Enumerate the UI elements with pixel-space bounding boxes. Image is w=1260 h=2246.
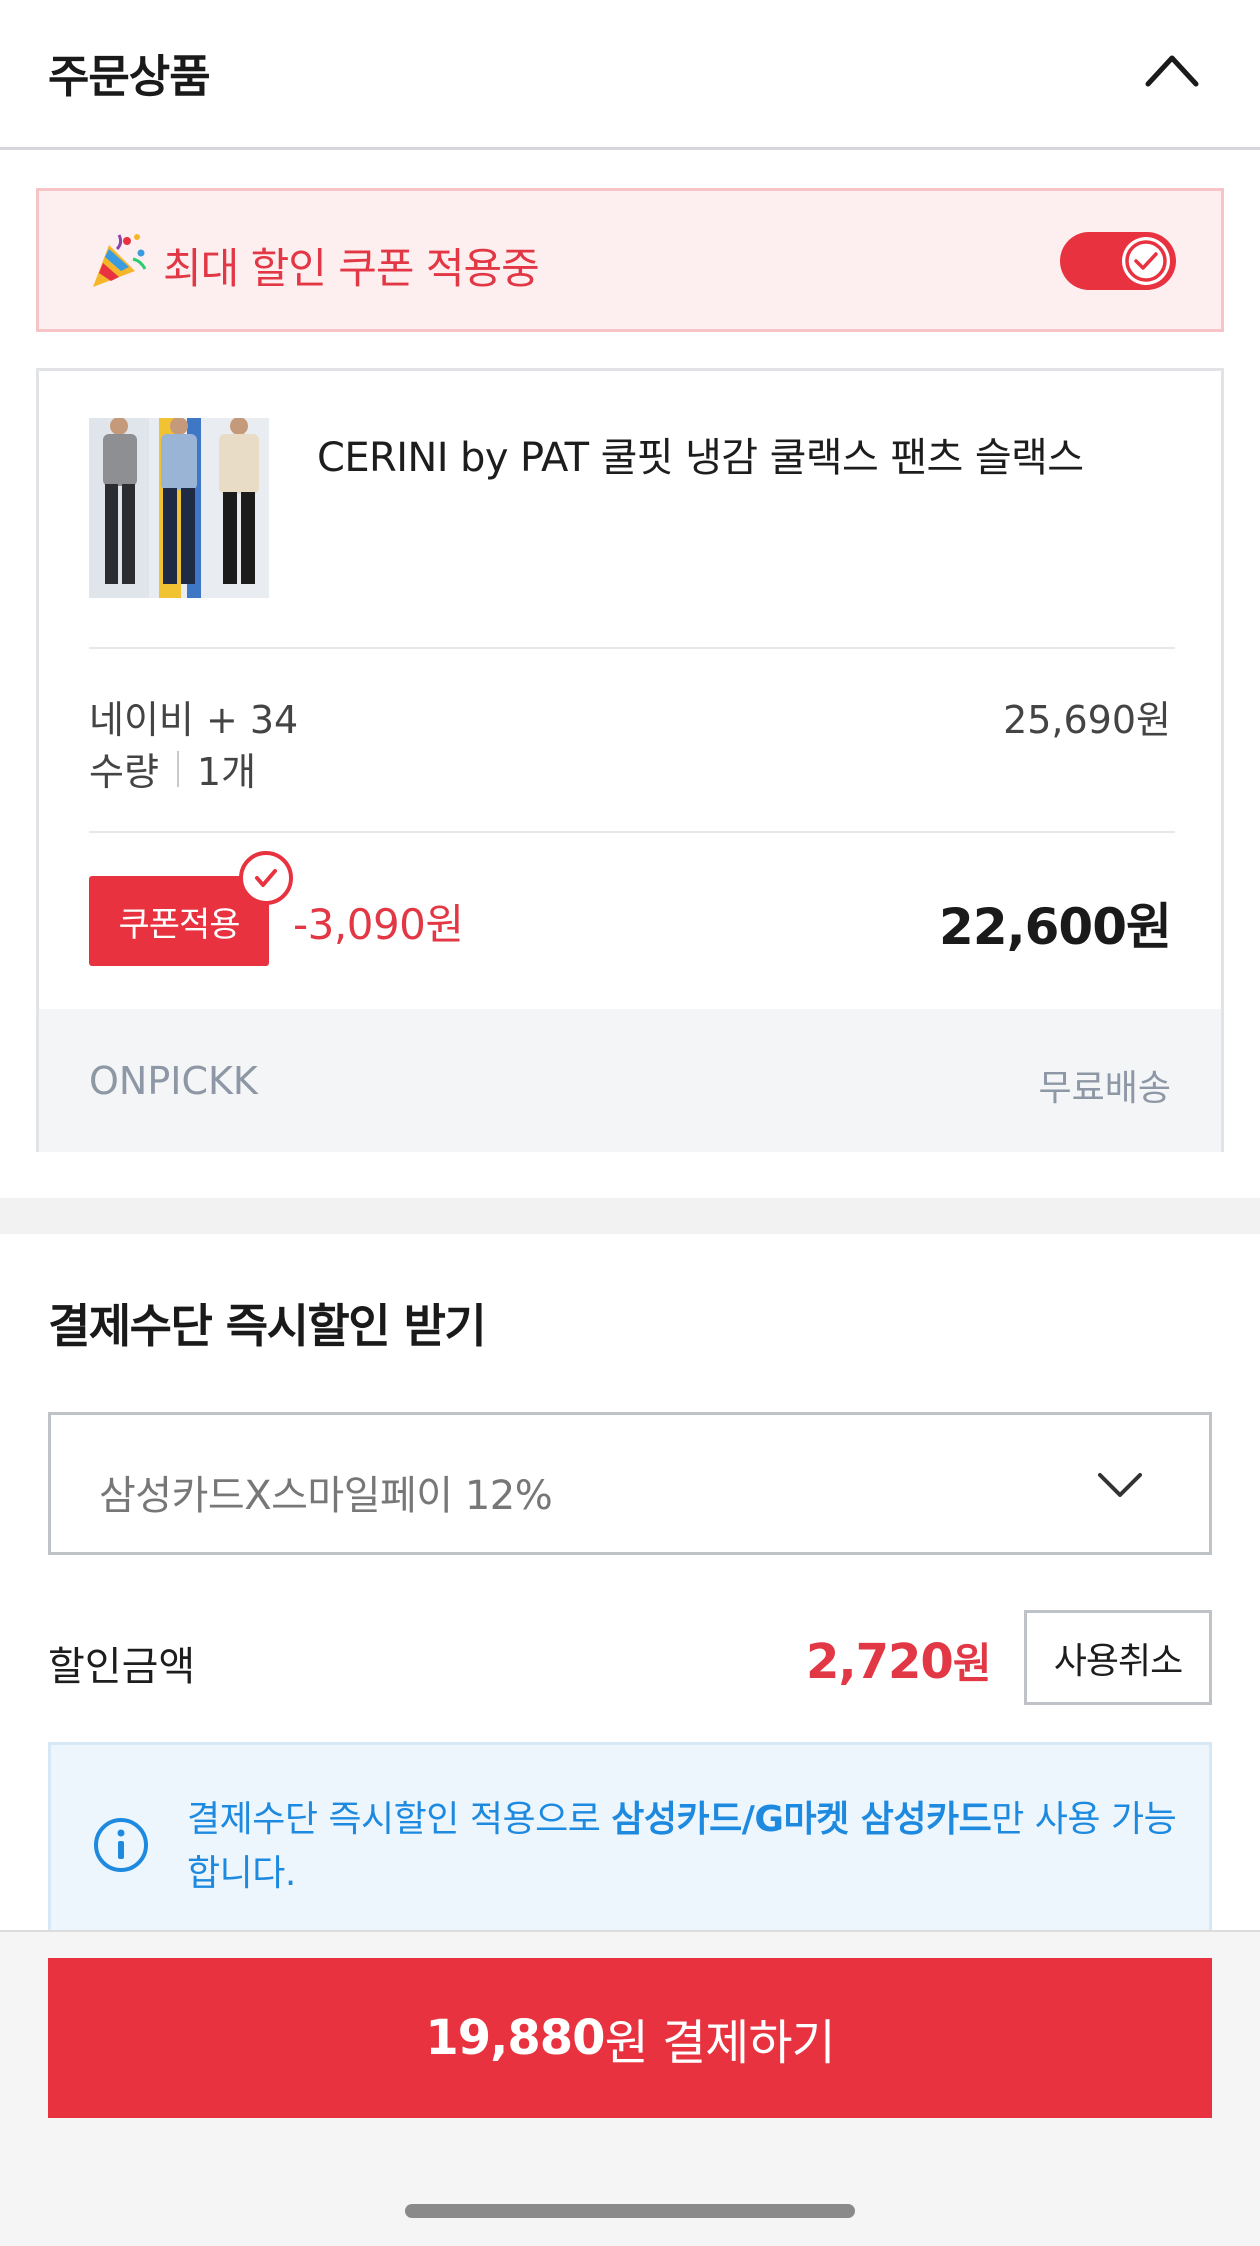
discount-amount-number: 2,720 [806, 1634, 954, 1690]
payment-method-select[interactable]: 삼성카드X스마일페이 12% [48, 1412, 1212, 1555]
coupon-banner-text: 최대 할인 쿠폰 적용중 [163, 244, 540, 293]
info-text-prefix: 결제수단 즉시할인 적용으로 [187, 1799, 612, 1840]
chevron-down-icon [1098, 1473, 1142, 1497]
checkout-bar: 19,880 원 결제하기 [0, 1930, 1260, 2246]
chevron-up-icon[interactable] [1144, 52, 1200, 88]
product-thumbnail[interactable] [89, 418, 269, 598]
check-circle-icon [1125, 240, 1167, 282]
order-items-header[interactable]: 주문상품 [0, 0, 1260, 150]
discount-amount-unit: 원 [952, 1639, 992, 1688]
checkout-amount: 19,880 [425, 2010, 605, 2066]
divider [89, 831, 1175, 833]
product-quantity: 수량 1개 [89, 741, 256, 796]
home-indicator[interactable] [405, 2204, 855, 2218]
quantity-separator [176, 750, 179, 787]
max-coupon-banner: 최대 할인 쿠폰 적용중 [36, 188, 1224, 332]
info-icon [94, 1818, 148, 1872]
product-card: CERINI by PAT 쿨핏 냉감 쿨랙스 팬츠 슬랙스 네이비 + 34 … [36, 368, 1224, 1152]
divider [89, 647, 1175, 649]
quantity-label: 수량 [89, 750, 159, 794]
final-price: 22,600원 [939, 898, 1172, 956]
discount-amount-label: 할인금액 [48, 1644, 196, 1690]
seller-name[interactable]: ONPICKK [89, 1059, 258, 1103]
toggle-knob [1122, 237, 1170, 285]
shipping-info: 무료배송 [1038, 1068, 1171, 1109]
product-option: 네이비 + 34 [89, 698, 299, 742]
quantity-value: 1개 [196, 750, 257, 794]
payment-info-notice: 결제수단 즉시할인 적용으로 삼성카드/G마켓 삼성카드만 사용 가능합니다. [48, 1742, 1212, 1952]
product-name[interactable]: CERINI by PAT 쿨핏 냉감 쿨랙스 팬츠 슬랙스 [317, 425, 1084, 483]
info-text-bold: 삼성카드/G마켓 삼성카드 [611, 1799, 992, 1840]
section-divider [0, 1198, 1260, 1234]
original-price: 25,690원 [1003, 698, 1171, 742]
party-popper-icon [93, 234, 147, 287]
page-title: 주문상품 [48, 50, 211, 103]
checkout-button[interactable]: 19,880 원 결제하기 [48, 1958, 1212, 2118]
payment-discount-title: 결제수단 즉시할인 받기 [48, 1299, 487, 1353]
discount-amount-value: 2,720원 [806, 1630, 992, 1691]
checkout-label: 원 결제하기 [604, 2015, 836, 2071]
coupon-discount-amount: -3,090원 [293, 900, 464, 949]
info-text: 결제수단 즉시할인 적용으로 삼성카드/G마켓 삼성카드만 사용 가능합니다. [187, 1793, 1187, 1901]
cancel-discount-button[interactable]: 사용취소 [1024, 1610, 1212, 1705]
coupon-applied-check-icon [239, 851, 293, 905]
selected-payment-method: 삼성카드X스마일페이 12% [99, 1473, 553, 1519]
seller-bar: ONPICKK 무료배송 [39, 1009, 1221, 1152]
coupon-toggle[interactable] [1060, 232, 1176, 290]
